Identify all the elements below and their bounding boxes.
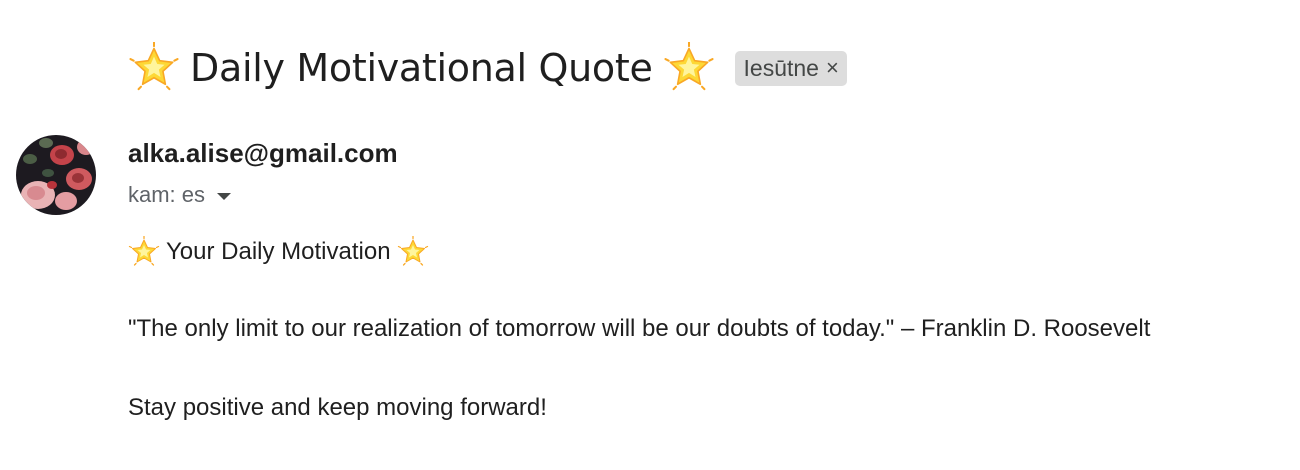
recipient-details-toggle[interactable]: kam: es bbox=[128, 182, 232, 208]
glowing-star-icon bbox=[397, 236, 429, 268]
avatar-image bbox=[16, 135, 96, 215]
body-closing: Stay positive and keep moving forward! bbox=[128, 394, 547, 421]
glowing-star-icon bbox=[663, 42, 715, 94]
body-quote: "The only limit to our realization of to… bbox=[128, 315, 1151, 342]
body-heading: Your Daily Motivation bbox=[128, 236, 429, 268]
label-text: Iesūtne bbox=[743, 54, 819, 81]
glowing-star-icon bbox=[128, 236, 160, 268]
avatar[interactable] bbox=[16, 135, 96, 215]
close-icon[interactable]: × bbox=[826, 57, 839, 79]
sender-email[interactable]: alka.alise@gmail.com bbox=[128, 138, 398, 169]
caret-down-icon[interactable] bbox=[217, 192, 232, 200]
inbox-label-chip[interactable]: Iesūtne × bbox=[734, 50, 847, 86]
subject-row: Daily Motivational Quote Iesūtne × bbox=[128, 38, 847, 98]
glowing-star-icon bbox=[128, 42, 180, 94]
recipient-text: kam: es bbox=[128, 182, 206, 207]
body-heading-text: Your Daily Motivation bbox=[166, 238, 391, 265]
email-subject: Daily Motivational Quote bbox=[128, 42, 715, 94]
subject-text: Daily Motivational Quote bbox=[190, 46, 653, 90]
